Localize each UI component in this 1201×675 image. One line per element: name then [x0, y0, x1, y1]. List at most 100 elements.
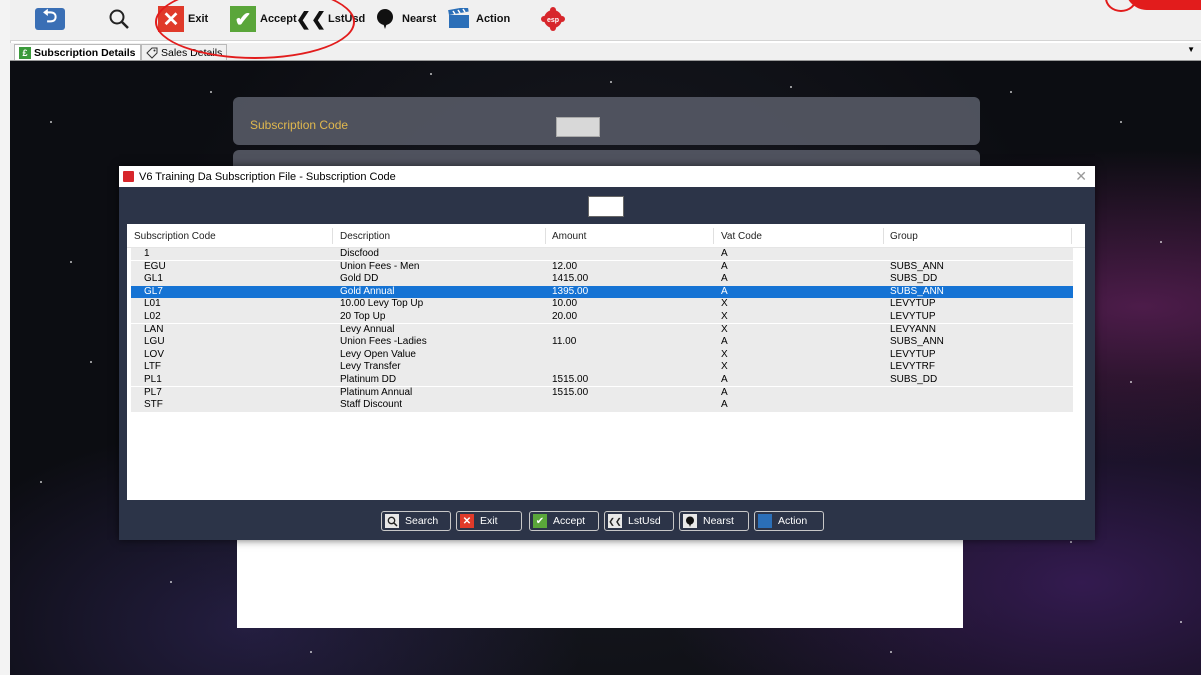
tab-label: Subscription Details [34, 46, 136, 59]
table-cell-code: PL7 [144, 386, 162, 398]
table-row[interactable]: STF Staff Discount A [131, 399, 1073, 412]
table-cell-code: LTF [144, 361, 162, 373]
table-cell-code: LOV [144, 348, 165, 360]
svg-text:esp: esp [547, 17, 559, 24]
table-cell-code: PL1 [144, 374, 162, 385]
clapperboard-icon [446, 6, 472, 32]
close-icon[interactable]: ✕ [1075, 168, 1087, 185]
table-cell-description: 10.00 Levy Top Up [340, 298, 424, 310]
table-cell-group: SUBS_ANN [890, 336, 944, 348]
nearest-button[interactable]: Nearst [372, 6, 436, 32]
table-row[interactable]: LTF Levy Transfer X LEVYTRF [131, 361, 1073, 374]
tab-overflow-arrow-icon[interactable]: ▼ [1187, 45, 1195, 54]
table-cell-amount: 12.00 [552, 260, 578, 272]
table-cell-code: 1 [144, 248, 150, 259]
table-cell-vat: X [721, 311, 728, 322]
table-row[interactable]: LOV Levy Open Value X LEVYTUP [131, 348, 1073, 362]
column-header[interactable]: Subscription Code [134, 231, 216, 242]
nearest-label: Nearst [402, 13, 437, 25]
dialog-titlebar: V6 Training Da Subscription File - Subsc… [119, 166, 1095, 187]
return-arrow-icon: ⮌ [35, 6, 65, 30]
table-row[interactable]: 1 Discfood A [131, 248, 1073, 261]
action-button-label: Action [778, 515, 808, 527]
subscription-code-field[interactable] [556, 117, 600, 137]
subscription-code-label: Subscription Code [250, 118, 349, 132]
action-button[interactable]: Action [446, 6, 510, 32]
table-cell-vat: X [721, 361, 728, 373]
table-cell-group: LEVYANN [890, 323, 936, 335]
table-cell-code: STF [144, 399, 163, 411]
column-header[interactable]: Amount [552, 231, 586, 242]
table-cell-vat: X [721, 348, 728, 360]
table-cell-code: LAN [144, 323, 164, 335]
app-logo-icon [123, 171, 134, 182]
clapperboard-icon [758, 514, 772, 528]
column-header[interactable]: Description [340, 231, 390, 242]
table-row[interactable]: LGU Union Fees -Ladies 11.00 A SUBS_ANN [131, 336, 1073, 349]
table-cell-amount: 20.00 [552, 311, 578, 322]
table-cell-amount: 10.00 [552, 298, 578, 310]
subscription-code-panel: Subscription Code [233, 97, 980, 145]
search-button[interactable]: Search [381, 511, 451, 531]
lastused-button[interactable]: ❮❮ LstUsd [604, 511, 674, 531]
nearest-button-label: Nearst [703, 515, 734, 527]
table-row[interactable]: GL1 Gold DD 1415.00 A SUBS_DD [131, 273, 1073, 286]
table-cell-vat: X [721, 323, 728, 335]
exit-button[interactable]: ✕ Exit [456, 511, 522, 531]
esp-gear-icon: esp [540, 6, 566, 32]
accept-button[interactable]: ✔ Accept [529, 511, 599, 531]
lastused-button-label: LstUsd [628, 515, 661, 527]
table-cell-group: LEVYTUP [890, 348, 936, 360]
dialog-title: V6 Training Da Subscription File - Subsc… [139, 170, 396, 183]
speech-bubble-icon [683, 514, 697, 528]
table-row[interactable]: EGU Union Fees - Men 12.00 A SUBS_ANN [131, 260, 1073, 273]
table-cell-vat: A [721, 273, 728, 285]
table-cell-vat: A [721, 336, 728, 348]
magnifier-icon [106, 6, 132, 32]
back-button[interactable]: ⮌ [35, 6, 65, 32]
table-row[interactable]: L01 10.00 Levy Top Up 10.00 X LEVYTUP [131, 298, 1073, 311]
table-row[interactable]: L02 20 Top Up 20.00 X LEVYTUP [131, 311, 1073, 324]
column-header[interactable]: Vat Code [721, 231, 762, 242]
table-cell-description: Gold DD [340, 273, 379, 285]
table-row[interactable]: PL7 Platinum Annual 1515.00 A [131, 386, 1073, 399]
table-cell-code: L01 [144, 298, 161, 310]
table-cell-group: SUBS_DD [890, 273, 938, 285]
pound-icon: £ [19, 46, 31, 59]
table-cell-description: Gold Annual [340, 285, 395, 297]
tag-icon [146, 47, 158, 59]
table-cell-description: Staff Discount [340, 399, 403, 411]
table-cell-description: Platinum DD [340, 374, 397, 385]
search-button[interactable] [106, 6, 132, 32]
table-cell-description: Levy Annual [340, 323, 395, 335]
lookup-search-input[interactable] [588, 196, 624, 217]
results-grid: Subscription Code Description Amount Vat… [127, 224, 1085, 500]
table-cell-group: SUBS_DD [890, 374, 938, 385]
magnifier-icon [385, 514, 399, 528]
table-row[interactable]: LAN Levy Annual X LEVYANN [131, 323, 1073, 336]
table-cell-vat: X [721, 298, 728, 310]
table-row[interactable]: GL7 Gold Annual 1395.00 A SUBS_ANN [131, 285, 1073, 299]
accept-button-label: Accept [553, 515, 586, 527]
table-cell-amount: 1395.00 [552, 285, 589, 297]
form-white-area [237, 540, 963, 628]
nearest-button[interactable]: Nearst [679, 511, 749, 531]
esp-logo-button[interactable]: esp [540, 6, 566, 32]
column-header[interactable]: Group [890, 231, 918, 242]
table-row[interactable]: PL1 Platinum DD 1515.00 A SUBS_DD [131, 374, 1073, 387]
table-cell-code: GL1 [144, 273, 163, 285]
table-cell-vat: A [721, 374, 728, 385]
table-cell-amount: 1515.00 [552, 386, 589, 398]
action-button[interactable]: Action [754, 511, 824, 531]
search-button-label: Search [405, 515, 439, 527]
action-label: Action [476, 13, 511, 25]
exit-button-label: Exit [480, 515, 498, 527]
table-cell-vat: A [721, 285, 728, 297]
tab-subscription-details[interactable]: £ Subscription Details [14, 44, 141, 60]
table-cell-code: GL7 [144, 285, 163, 297]
table-cell-amount: 11.00 [552, 336, 577, 348]
table-cell-description: Union Fees -Ladies [340, 336, 427, 348]
table-cell-description: Discfood [340, 248, 379, 259]
table-cell-description: 20 Top Up [340, 311, 386, 322]
table-cell-description: Levy Transfer [340, 361, 401, 373]
